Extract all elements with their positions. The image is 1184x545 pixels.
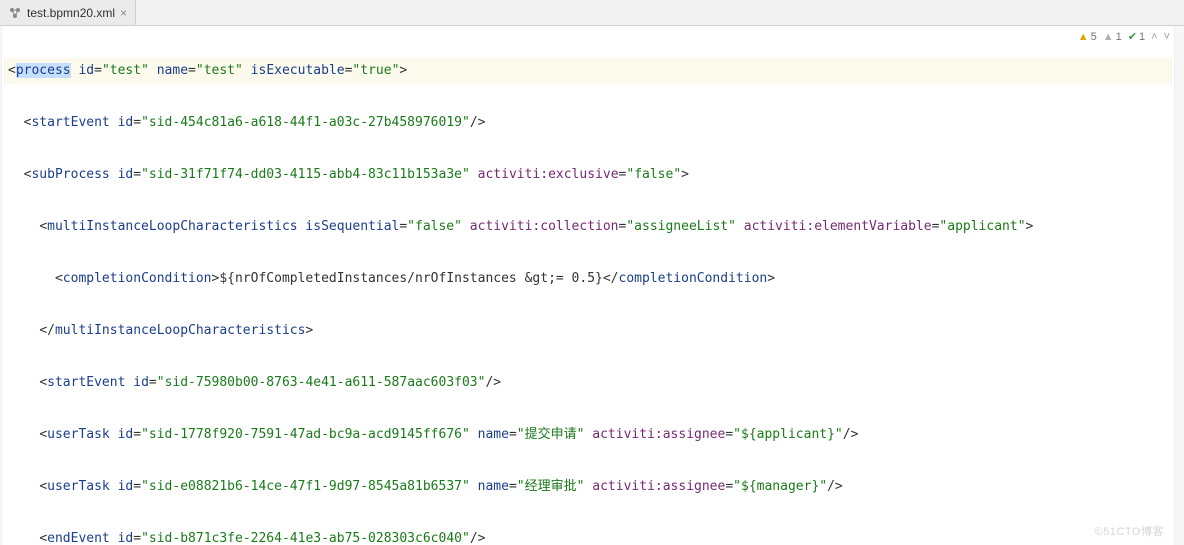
editor-area: ▲5 ▲1 ✔1 ˄ ˅ <process id="test" name="te…: [0, 26, 1184, 545]
code-line[interactable]: </multiInstanceLoopCharacteristics>: [4, 318, 1172, 344]
code-line[interactable]: <startEvent id="sid-454c81a6-a618-44f1-a…: [4, 110, 1172, 136]
error-stripe[interactable]: [1174, 26, 1184, 545]
file-tab[interactable]: test.bpmn20.xml ×: [0, 0, 136, 25]
xml-file-icon: [8, 6, 22, 20]
code-line[interactable]: <endEvent id="sid-b871c3fe-2264-41e3-ab7…: [4, 526, 1172, 545]
code-line[interactable]: <process id="test" name="test" isExecuta…: [4, 58, 1172, 84]
close-icon[interactable]: ×: [120, 6, 127, 20]
code-line[interactable]: <startEvent id="sid-75980b00-8763-4e41-a…: [4, 370, 1172, 396]
file-tab-label: test.bpmn20.xml: [27, 6, 115, 20]
code-line[interactable]: <userTask id="sid-1778f920-7591-47ad-bc9…: [4, 422, 1172, 448]
gutter: [0, 26, 2, 545]
code-line[interactable]: <userTask id="sid-e08821b6-14ce-47f1-9d9…: [4, 474, 1172, 500]
code-line[interactable]: <multiInstanceLoopCharacteristics isSequ…: [4, 214, 1172, 240]
editor-tabbar: test.bpmn20.xml ×: [0, 0, 1184, 26]
code-editor[interactable]: <process id="test" name="test" isExecuta…: [4, 26, 1172, 545]
code-line[interactable]: <completionCondition>${nrOfCompletedInst…: [4, 266, 1172, 292]
code-line[interactable]: <subProcess id="sid-31f71f74-dd03-4115-a…: [4, 162, 1172, 188]
watermark: ©51CTO博客: [1095, 523, 1164, 539]
